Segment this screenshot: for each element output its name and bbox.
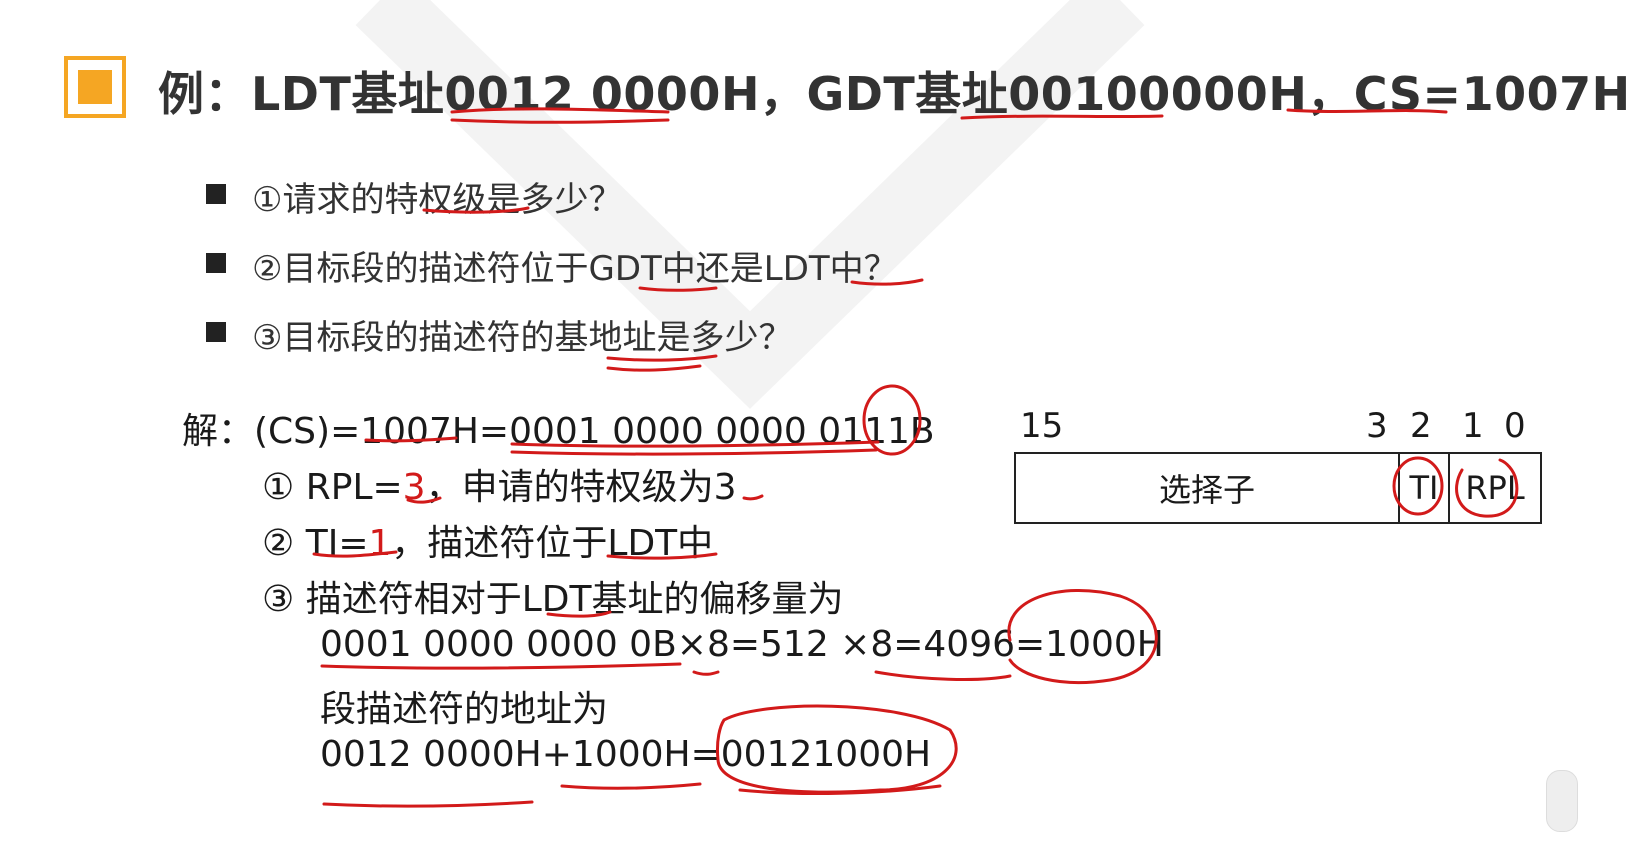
question-1: ①请求的特权级是多少？ [252,180,623,220]
bit-label-2: 2 [1410,406,1432,446]
page-scroll-handle[interactable] [1546,770,1578,832]
title-orange-square-icon [64,56,126,118]
bullet-square-icon [206,184,226,204]
solution-item-3: ③ 描述符相对于LDT基址的偏移量为 [262,579,844,620]
bit-label-15: 15 [1020,406,1064,446]
bullet-square-icon [206,322,226,342]
solution-item-1: ① RPL=3，申请的特权级为3 [262,458,736,510]
page-title: 例：LDT基址0012 0000H，GDT基址00100000H，CS=1007… [158,67,1629,121]
address-label: 段描述符的地址为 [320,689,609,730]
question-3: ③目标段的描述符的基地址是多少？ [252,318,793,358]
ti-value: 1 [368,523,392,564]
selector-register-diagram: 选择子 TI RPL [1014,452,1542,524]
rpl-prefix: ① RPL= [262,467,403,508]
ti-suffix: ，描述符位于LDT中 [391,523,714,564]
bit-label-1: 1 [1462,406,1484,446]
rpl-field: RPL [1465,469,1525,507]
selector-field: 选择子 [1158,471,1255,509]
ti-prefix: ② TI= [262,523,369,564]
bullet-square-icon [206,253,226,273]
solution-line-1: 解：(CS)=1007H=0001 0000 0000 0111B [182,411,935,452]
offset-calculation: 0001 0000 0000 0B×8=512 ×8=4096=1000H [320,624,1164,665]
rpl-suffix: ，申请的特权级为3 [425,467,737,508]
solution-item-2: ② TI=1，描述符位于LDT中 [262,514,713,566]
address-calculation: 0012 0000H+1000H=00121000H [320,734,932,775]
bit-label-0: 0 [1504,406,1526,446]
question-2: ②目标段的描述符位于GDT中还是LDT中？ [252,249,898,289]
rpl-value: 3 [402,467,426,508]
bit-label-3: 3 [1366,406,1388,446]
ti-field: TI [1409,469,1439,507]
